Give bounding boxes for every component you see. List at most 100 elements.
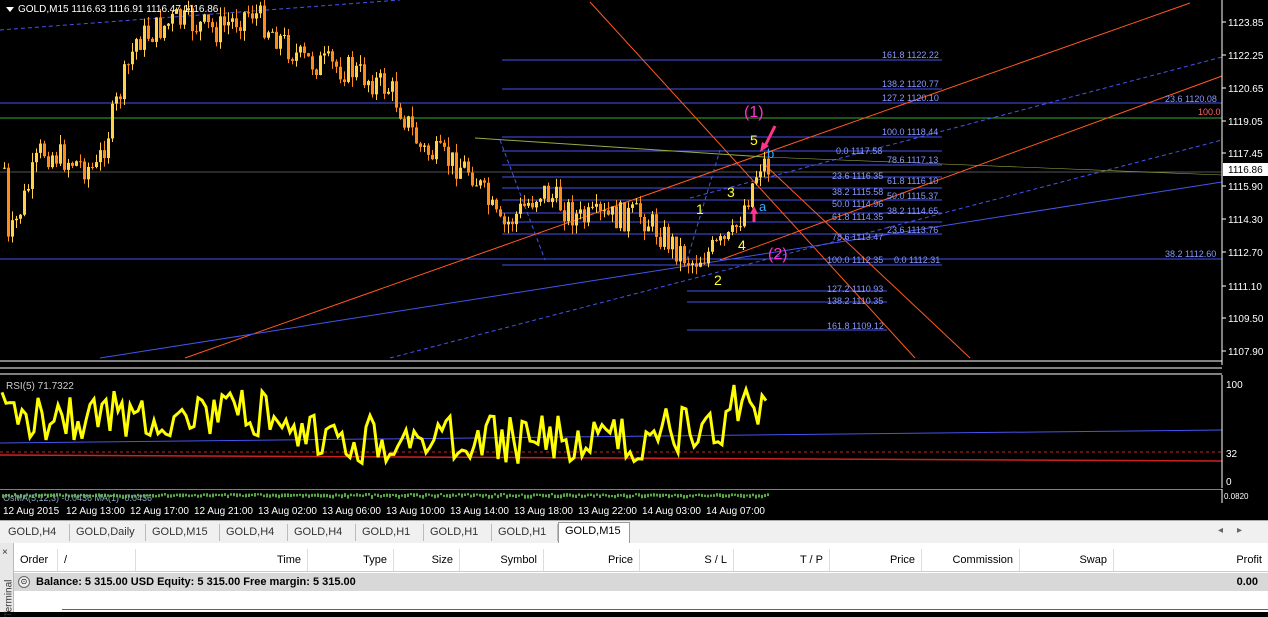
time-axis: 12 Aug 2015 12 Aug 13:00 12 Aug 17:00 12…	[0, 503, 1222, 520]
osma-bar	[218, 494, 220, 497]
col-take-profit[interactable]: T / P	[734, 549, 830, 571]
col-time[interactable]: Time	[136, 549, 308, 571]
osma-bar	[683, 494, 685, 499]
osma-bar	[695, 494, 697, 497]
col-price[interactable]: Price	[544, 549, 640, 571]
tab-gold-h1[interactable]: GOLD,H1	[492, 524, 558, 541]
osma-bar	[581, 494, 583, 498]
candle-body	[51, 155, 54, 168]
balance-text: Balance: 5 315.00 USD Equity: 5 315.00 F…	[36, 576, 356, 588]
osma-bar	[632, 494, 634, 498]
tab-gold-h1[interactable]: GOLD,H1	[356, 524, 424, 541]
candle-body	[619, 202, 622, 229]
osma-bar	[386, 493, 388, 497]
col-commission[interactable]: Commission	[922, 549, 1020, 571]
candle-body	[767, 158, 770, 175]
osma-bar	[590, 493, 592, 497]
osma-bar	[752, 493, 754, 497]
osma-bar	[626, 494, 628, 499]
candle-body	[315, 69, 318, 76]
osma-bar	[698, 493, 700, 497]
osma-bar	[341, 494, 343, 499]
osma-bar	[737, 494, 739, 497]
tab-gold-h4[interactable]: GOLD,H4	[2, 524, 70, 541]
time-label: 12 Aug 2015	[3, 506, 60, 517]
fib-level-label: 38.2 1115.58	[832, 187, 883, 197]
col-order[interactable]: Order	[14, 549, 58, 571]
osma-bar	[275, 493, 277, 498]
ticker-dropdown-icon[interactable]	[6, 6, 14, 12]
candle-body	[651, 214, 654, 227]
osma-bar	[167, 494, 169, 498]
price-chart[interactable]: 161.8 1122.22 138.2 1120.77 127.2 1120.10 1…	[0, 0, 1268, 365]
col-stop-loss[interactable]: S / L	[640, 549, 734, 571]
osma-bar	[764, 493, 766, 498]
osma-bar	[362, 494, 364, 498]
candle-body	[55, 155, 58, 164]
tab-gold-h4[interactable]: GOLD,H4	[288, 524, 356, 541]
candle-body	[443, 142, 446, 147]
tab-gold-h1[interactable]: GOLD,H1	[424, 524, 492, 541]
price-axis-label: 1122.25	[1228, 51, 1264, 62]
candle-body	[283, 34, 286, 36]
osma-bar	[680, 493, 682, 498]
col-size[interactable]: Size	[394, 549, 460, 571]
osma-bar	[254, 493, 256, 497]
osma-bar	[530, 494, 532, 499]
osma-bar	[395, 493, 397, 498]
fib-level-label: 127.2 1110.93	[827, 284, 883, 294]
tab-gold-m15-active[interactable]: GOLD,M15	[558, 522, 630, 543]
col-symbol[interactable]: Symbol	[460, 549, 544, 571]
osma-bar	[173, 494, 175, 497]
col-profit[interactable]: Profit	[1114, 549, 1268, 571]
osma-bar	[731, 493, 733, 497]
candle-body	[287, 34, 290, 60]
osma-bar	[452, 493, 454, 497]
col-current-price[interactable]: Price	[830, 549, 922, 571]
osma-bar	[413, 493, 415, 498]
candle-body	[731, 225, 734, 232]
tab-gold-daily[interactable]: GOLD,Daily	[70, 524, 146, 541]
osma-bar	[485, 493, 487, 497]
osma-panel[interactable]: 0.0820	[0, 489, 1268, 503]
osma-bar	[239, 493, 241, 497]
osma-bar	[422, 494, 424, 499]
osma-bar	[659, 493, 661, 498]
panel-separator[interactable]	[0, 360, 1268, 376]
candle-body	[743, 205, 746, 227]
osma-bar	[668, 494, 670, 499]
col-type[interactable]: Type	[308, 549, 394, 571]
candle-body	[335, 61, 338, 67]
balance-row[interactable]: ⊙ Balance: 5 315.00 USD Equity: 5 315.00 …	[14, 573, 1268, 591]
tab-gold-m15[interactable]: GOLD,M15	[146, 524, 220, 541]
col-swap[interactable]: Swap	[1020, 549, 1114, 571]
osma-bar	[605, 494, 607, 497]
osma-bar	[278, 494, 280, 499]
close-icon[interactable]: ×	[2, 547, 8, 558]
candle-body	[219, 16, 222, 43]
rsi-panel[interactable]: 100 32 0	[0, 375, 1268, 488]
osma-bar	[635, 493, 637, 496]
tab-gold-h4[interactable]: GOLD,H4	[220, 524, 288, 541]
candle-body	[275, 31, 278, 49]
osma-bar	[749, 494, 751, 498]
tab-scroll-arrows[interactable]: ◂▸	[1218, 525, 1256, 536]
osma-bar	[725, 494, 727, 498]
osma-bar	[620, 494, 622, 497]
osma-bar	[161, 493, 163, 497]
candle-body	[451, 152, 454, 166]
candle-body	[159, 17, 162, 38]
candle-body	[687, 263, 690, 266]
candle-body	[307, 53, 310, 57]
osma-bar	[644, 494, 646, 499]
osma-bar	[308, 494, 310, 498]
osma-bar	[608, 494, 610, 498]
time-label: 14 Aug 07:00	[706, 506, 765, 517]
candle-body	[87, 166, 90, 180]
candle-body	[71, 162, 74, 166]
col-sort-indicator[interactable]: /	[58, 549, 136, 571]
candle-body	[539, 198, 542, 202]
osma-bar	[656, 493, 658, 497]
osma-bar	[461, 493, 463, 498]
fib-level-label: 100.0 1118.44	[882, 127, 938, 137]
